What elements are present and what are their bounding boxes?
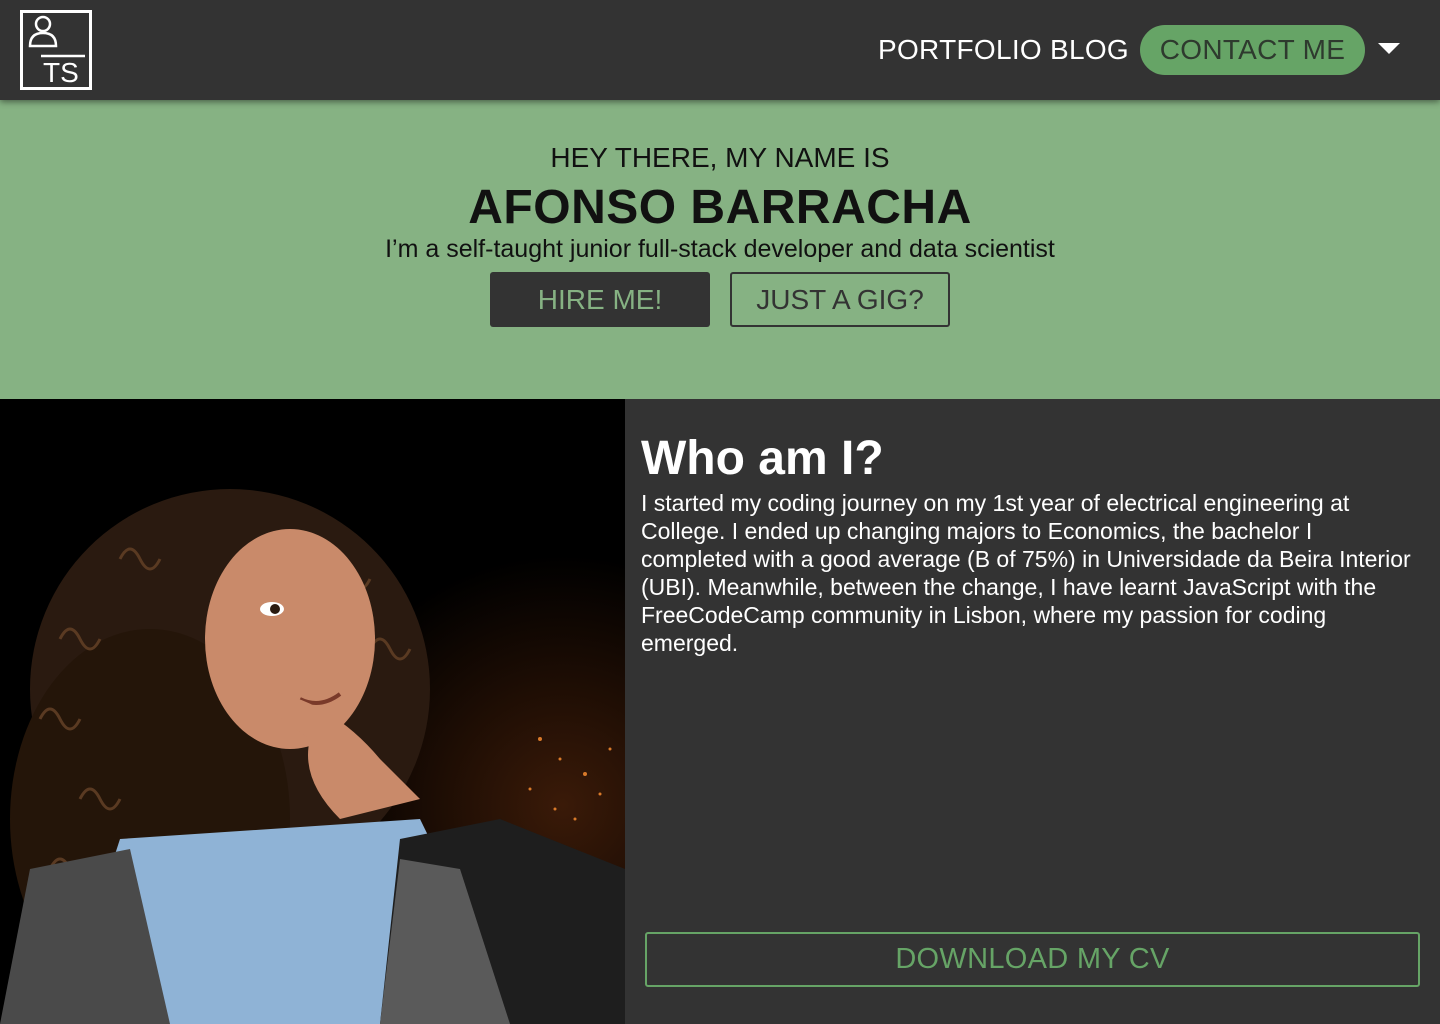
hero-section: HEY THERE, MY NAME IS AFONSO BARRACHA I’… xyxy=(0,100,1440,399)
hire-me-button[interactable]: HIRE ME! xyxy=(490,272,710,327)
hero-name: AFONSO BARRACHA xyxy=(468,181,972,234)
logo[interactable]: TS xyxy=(20,10,92,90)
site-header: TS PORTFOLIO BLOG CONTACT ME xyxy=(0,0,1440,100)
hero-tagline: I’m a self-taught junior full-stack deve… xyxy=(385,235,1055,263)
nav-blog-link[interactable]: BLOG xyxy=(1050,33,1129,67)
hero-kicker: HEY THERE, MY NAME IS xyxy=(550,142,890,173)
dropdown-caret-icon[interactable] xyxy=(1378,43,1400,54)
about-section: Who am I? I started my coding journey on… xyxy=(625,399,1440,1024)
profile-photo-illustration xyxy=(0,399,625,1024)
logo-text: TS xyxy=(43,57,79,88)
just-a-gig-button[interactable]: JUST A GIG? xyxy=(730,272,950,327)
about-text: I started my coding journey on my 1st ye… xyxy=(641,490,1411,656)
download-cv-button[interactable]: DOWNLOAD MY CV xyxy=(645,932,1420,987)
contact-me-button[interactable]: CONTACT ME xyxy=(1140,25,1365,75)
nav-portfolio-link[interactable]: PORTFOLIO xyxy=(878,33,1042,67)
about-title: Who am I? xyxy=(641,432,884,485)
profile-photo xyxy=(0,399,625,1024)
